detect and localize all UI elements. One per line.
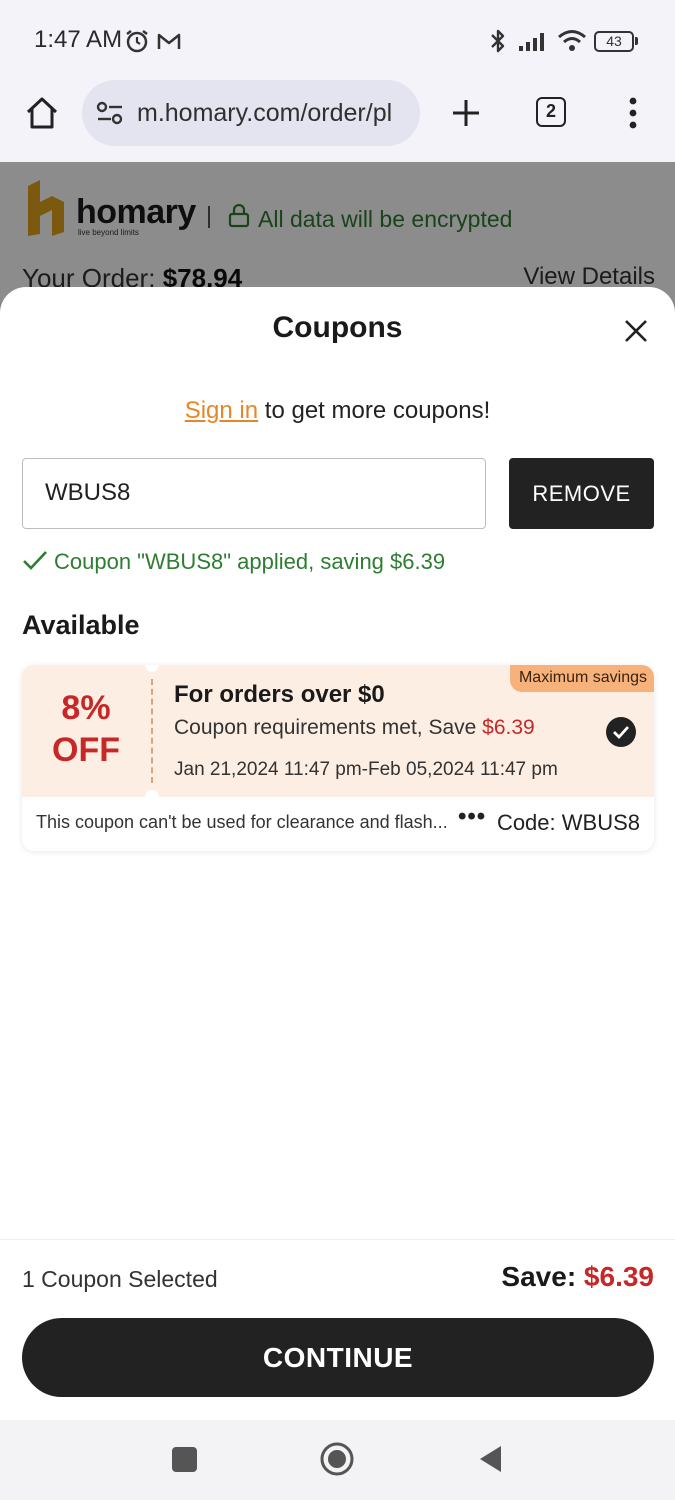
ticket-divider [151, 679, 153, 783]
close-icon[interactable] [622, 317, 650, 345]
site-settings-icon[interactable] [96, 100, 124, 126]
coupon-restriction-note: This coupon can't be used for clearance … [36, 812, 446, 832]
check-icon [23, 551, 47, 570]
coupon-title: For orders over $0 [174, 681, 385, 708]
checkmark-icon [613, 726, 630, 740]
coupon-code-label: Code: WBUS8 [496, 810, 640, 835]
signal-icon [519, 33, 544, 51]
alarm-icon [126, 30, 148, 53]
gmail-icon [157, 33, 181, 49]
discount-off: OFF [52, 731, 120, 769]
remove-coupon-button[interactable]: REMOVE [509, 458, 654, 529]
wifi-icon [558, 30, 586, 51]
coupon-requirement: Coupon requirements met, Save $6.39 [174, 716, 535, 740]
bluetooth-icon [491, 29, 505, 53]
save-total: Save: $6.39 [501, 1261, 654, 1293]
more-details-icon[interactable]: ••• [458, 803, 486, 831]
tab-switcher-button[interactable]: 2 [536, 97, 566, 127]
coupon-card-body: 8% OFF Maximum savings For orders over $… [22, 665, 654, 804]
home-nav-icon[interactable] [319, 1441, 355, 1477]
sign-in-link[interactable]: Sign in [185, 397, 258, 424]
coupon-applied-text: Coupon "WBUS8" applied, saving $6.39 [54, 549, 446, 574]
coupon-requirement-text: Coupon requirements met, Save [174, 716, 477, 739]
more-menu-icon[interactable] [624, 96, 642, 130]
coupon-validity: Jan 21,2024 11:47 pm-Feb 05,2024 11:47 p… [174, 759, 558, 780]
save-amount: $6.39 [583, 1261, 654, 1292]
battery-icon: 43 [594, 31, 634, 52]
continue-button[interactable]: CONTINUE [22, 1318, 654, 1397]
sign-in-prompt: Sign in to get more coupons! [0, 397, 675, 425]
available-section-title: Available [22, 610, 140, 640]
coupon-code-input[interactable]: WBUS8 [22, 458, 486, 529]
coupon-applied-message: Coupon "WBUS8" applied, saving $6.39 [22, 549, 445, 575]
status-time: 1:47 AM [34, 26, 123, 53]
address-bar[interactable]: m.homary.com/order/pl [82, 80, 420, 146]
back-icon[interactable] [477, 1444, 503, 1474]
system-nav-bar [0, 1420, 675, 1500]
battery-tip [635, 37, 638, 45]
coupon-card-footer: This coupon can't be used for clearance … [22, 797, 654, 851]
sign-in-prompt-text: to get more coupons [264, 397, 484, 424]
coupon-selected-checkbox[interactable] [606, 717, 636, 747]
coupons-sheet: Coupons Sign in to get more coupons! WBU… [0, 287, 675, 1420]
discount-badge: 8% OFF [22, 665, 150, 797]
home-icon[interactable] [24, 95, 60, 131]
coupons-selected-count: 1 Coupon Selected [22, 1266, 218, 1292]
browser-toolbar: m.homary.com/order/pl 2 [0, 80, 675, 162]
status-bar: 1:47 AM 43 [0, 0, 675, 80]
coupon-requirement-amount: $6.39 [482, 716, 535, 739]
url-text: m.homary.com/order/pl [137, 99, 393, 127]
coupon-card[interactable]: 8% OFF Maximum savings For orders over $… [22, 665, 654, 851]
new-tab-icon[interactable] [450, 97, 482, 129]
save-label: Save: [501, 1261, 577, 1292]
maximum-savings-badge: Maximum savings [509, 665, 654, 692]
footer-divider [0, 1239, 675, 1240]
sign-in-prompt-exclaim: ! [483, 397, 491, 424]
sheet-title: Coupons [272, 311, 403, 344]
recents-icon[interactable] [172, 1447, 197, 1472]
discount-percent: 8% [61, 689, 111, 727]
